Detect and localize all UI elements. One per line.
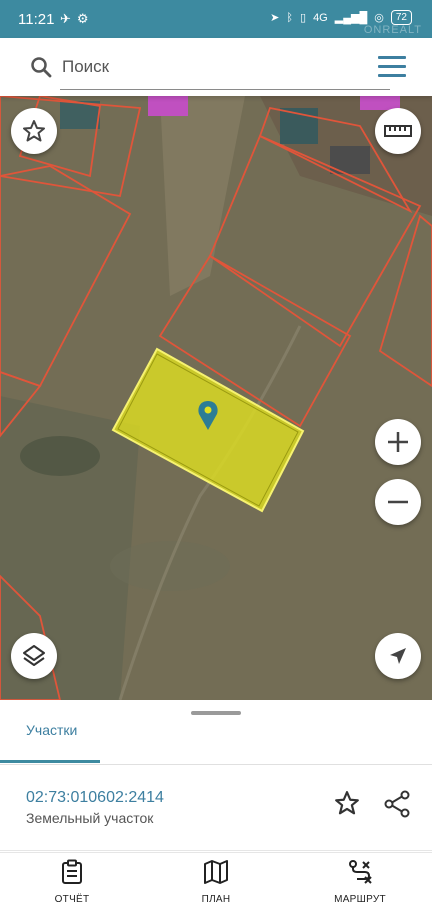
settings-gear-icon: ⚙ [76, 11, 89, 26]
search-input[interactable] [60, 50, 364, 84]
status-bar: 11:21 ✈ ⚙ ➤ ᛒ ▯ 4G ▂▄▆█ ◎ 72 ONREALT [0, 0, 432, 38]
nav-route[interactable]: МАРШРУТ [315, 859, 405, 905]
search-bar [0, 38, 432, 96]
star-outline-icon[interactable] [334, 790, 360, 816]
star-outline-icon [23, 120, 45, 142]
nav-report-label: ОТЧЁТ [54, 894, 90, 905]
tab-parcels[interactable]: Участки [26, 722, 77, 738]
map-plan-icon [204, 860, 228, 884]
map-building [148, 96, 188, 116]
nav-report[interactable]: ОТЧЁТ [27, 859, 117, 905]
share-icon[interactable] [383, 790, 411, 818]
signal-icon: ▂▄▆█ [334, 12, 368, 24]
nav-plan[interactable]: ПЛАН [171, 859, 261, 905]
favorites-star-button[interactable] [11, 108, 57, 154]
panel-tabs: Участки [0, 718, 432, 765]
tab-active-indicator [0, 760, 100, 763]
map-canvas [0, 96, 432, 700]
search-underline [60, 89, 390, 90]
battery-indicator: 72 [390, 10, 412, 25]
parcel-cadastral-number[interactable]: 02:73:010602:2414 [26, 789, 164, 807]
nav-plan-label: ПЛАН [201, 894, 231, 905]
status-time: 11:21 [18, 11, 55, 28]
zoom-out-button[interactable] [375, 479, 421, 525]
parcel-list-item[interactable]: 02:73:010602:2414 Земельный участок [0, 770, 432, 851]
layers-icon [23, 645, 45, 666]
bottom-sheet-drag-handle[interactable] [191, 711, 241, 715]
hotspot-icon: ◎ [374, 12, 384, 24]
watermark: ONREALT [363, 24, 422, 36]
my-location-button[interactable] [375, 633, 421, 679]
route-icon [349, 860, 372, 884]
status-left-icons: ✈ ⚙ [60, 11, 89, 27]
ruler-icon [384, 125, 412, 137]
network-type: 4G [313, 11, 328, 24]
zoom-in-button[interactable] [375, 419, 421, 465]
map-view[interactable] [0, 96, 432, 700]
status-right-icons: ➤ ᛒ ▯ 4G ▂▄▆█ ◎ 72 [270, 10, 412, 25]
layers-button[interactable] [11, 633, 57, 679]
bluetooth-icon: ᛒ [286, 11, 293, 24]
airplane-icon: ✈ [60, 11, 71, 26]
location-arrow-icon: ➤ [270, 12, 280, 24]
ruler-measure-button[interactable] [375, 108, 421, 154]
nav-route-label: МАРШРУТ [334, 894, 386, 905]
vibrate-icon: ▯ [300, 12, 307, 24]
parcel-type-label: Земельный участок [26, 810, 154, 826]
hamburger-menu-icon[interactable] [378, 56, 406, 78]
bottom-navigation: ОТЧЁТ ПЛАН МАРШРУТ [0, 852, 432, 911]
navigation-arrow-icon [390, 648, 406, 664]
search-icon [31, 57, 52, 78]
minus-icon [388, 500, 408, 504]
plus-icon [388, 432, 408, 452]
report-icon [62, 859, 82, 884]
